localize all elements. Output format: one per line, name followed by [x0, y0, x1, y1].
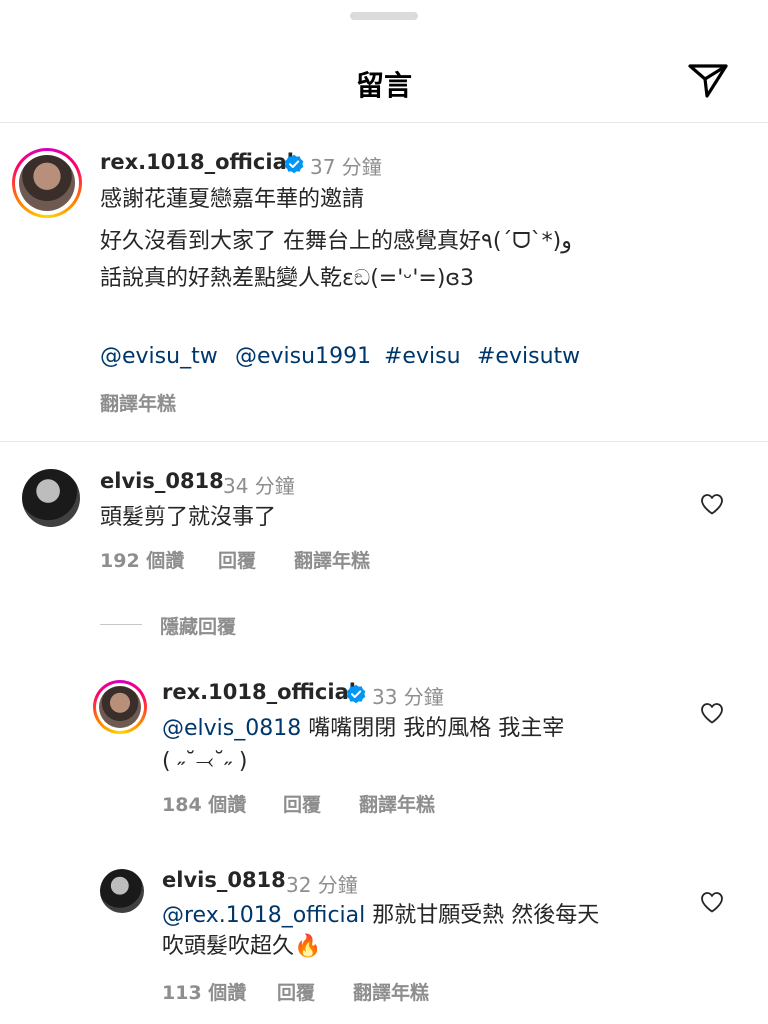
caption-time: 37 分鐘 — [310, 155, 382, 179]
avatar[interactable] — [22, 469, 80, 527]
divider — [0, 441, 768, 442]
reply-body: 那就甘願受熱 然後每天 — [365, 903, 600, 928]
heart-icon[interactable] — [700, 493, 724, 515]
sheet-grabber[interactable] — [350, 12, 418, 20]
mention-link[interactable]: @rex.1018_official — [162, 903, 365, 928]
like-count[interactable]: 184 個讚 — [162, 790, 246, 817]
comment-time: 34 分鐘 — [223, 474, 295, 498]
header: 留言 — [0, 40, 768, 123]
reply-username[interactable]: rex.1018_official — [162, 680, 356, 704]
comments-sheet: 留言 rex.1018_official 37 分鐘 感謝花蓮夏戀嘉年華的邀請 … — [0, 0, 768, 1024]
avatar — [19, 155, 75, 211]
avatar-ring[interactable] — [93, 680, 147, 734]
translate-button[interactable]: 翻譯年糕 — [353, 978, 429, 1005]
reply-time: 32 分鐘 — [286, 873, 358, 897]
caption-line: 好久沒看到大家了 在舞台上的感覺真好٩(ˊᗜˋ*)و — [100, 229, 572, 254]
tag-link[interactable]: @evisu1991 — [235, 341, 371, 373]
comment-text: 頭髮剪了就沒事了 — [100, 505, 277, 530]
avatar — [99, 686, 141, 728]
reply-text: 吹頭髮吹超久🔥 — [162, 931, 321, 963]
caption-line: 感謝花蓮夏戀嘉年華的邀請 — [100, 187, 365, 212]
reply-button[interactable]: 回覆 — [283, 790, 321, 817]
reply-text: @elvis_0818 嘴嘴閉閉 我的風格 我主宰 — [162, 713, 564, 745]
fire-emoji: 🔥 — [294, 934, 322, 959]
reply-button[interactable]: 回覆 — [218, 546, 256, 573]
tag-link[interactable]: @evisu_tw — [100, 341, 218, 373]
translate-button[interactable]: 翻譯年糕 — [294, 546, 370, 573]
reply-body: 嘴嘴閉閉 我的風格 我主宰 — [301, 716, 565, 741]
translate-button[interactable]: 翻譯年糕 — [359, 790, 435, 817]
caption-line: 話說真的好熱差點變人乾ɛඞ(='ᵕ'=)ɞ3 — [100, 266, 475, 291]
reply-button[interactable]: 回覆 — [277, 978, 315, 1005]
verified-badge-icon — [284, 154, 304, 174]
page-title: 留言 — [355, 69, 412, 102]
hide-replies-line — [100, 624, 142, 625]
mention-link[interactable]: @elvis_0818 — [162, 716, 301, 741]
caption-username[interactable]: rex.1018_official — [100, 150, 294, 174]
verified-badge-icon — [346, 684, 366, 704]
avatar[interactable] — [100, 869, 144, 913]
heart-icon[interactable] — [700, 891, 724, 913]
like-count[interactable]: 192 個讚 — [100, 546, 184, 573]
hashtag-link[interactable]: #evisu — [384, 341, 461, 373]
avatar-ring[interactable] — [12, 148, 82, 218]
heart-icon[interactable] — [700, 702, 724, 724]
reply-body: 吹頭髮吹超久 — [162, 934, 295, 959]
hashtag-link[interactable]: #evisutw — [477, 341, 580, 373]
reply-text: @rex.1018_official 那就甘願受熱 然後每天 — [162, 900, 599, 932]
comment-username[interactable]: elvis_0818 — [100, 469, 224, 493]
reply-username[interactable]: elvis_0818 — [162, 868, 286, 892]
hide-replies-button[interactable]: 隱藏回覆 — [160, 612, 236, 639]
reply-time: 33 分鐘 — [372, 685, 444, 709]
translate-button[interactable]: 翻譯年糕 — [100, 389, 176, 416]
send-icon[interactable] — [686, 60, 730, 100]
reply-text: ( ˶˘⤙˘˶ ) — [162, 749, 248, 774]
like-count[interactable]: 113 個讚 — [162, 978, 246, 1005]
